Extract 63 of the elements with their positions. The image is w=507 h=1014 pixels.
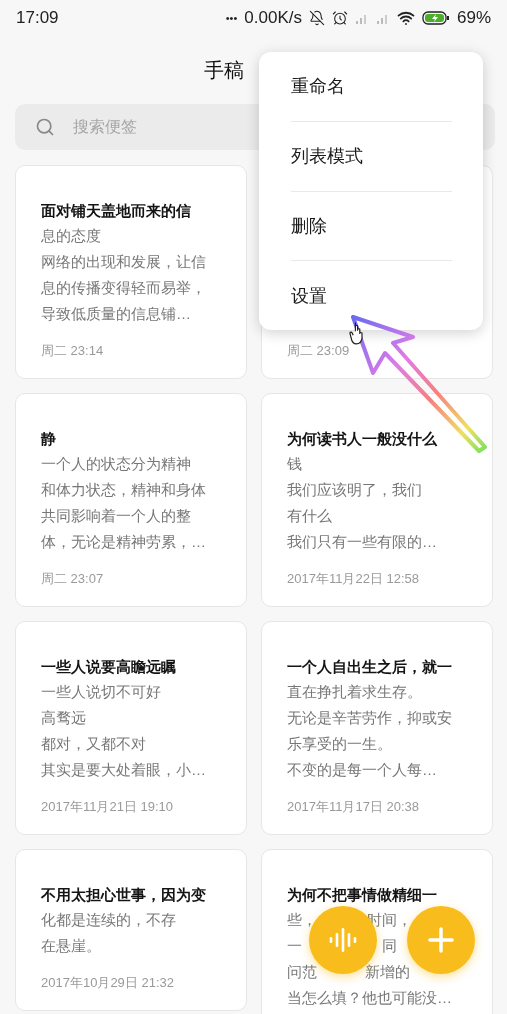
status-time: 17:09 (16, 8, 59, 28)
muted-bell-icon (308, 10, 325, 26)
alarm-icon (331, 10, 348, 26)
note-card[interactable]: 不用太担心世事，因为变 化都是连续的，不存 在悬崖。 2017年10月29日 21:32 (15, 849, 247, 1011)
note-text: 问范 (287, 962, 317, 982)
more-dots: ••• (225, 12, 238, 24)
note-text: 一些人说切不可好 (41, 682, 161, 702)
note-date: 2017年11月22日 12:58 (287, 570, 420, 587)
note-text: 乐享受的一生。 (287, 734, 392, 754)
note-date: 周二 23:09 (287, 342, 350, 359)
note-text: 直在挣扎着求生存。 (287, 682, 422, 702)
note-text: 不变的是每一个人每… (287, 760, 437, 780)
note-card[interactable]: 静 一个人的状态分为精神 和体力状态，精神和身体 共同影响着一个人的整 体，无论是精神劳累，… 周二 23:07 (15, 393, 247, 607)
note-card[interactable]: 一个人自出生之后，就一 直在挣扎着求生存。 无论是辛苦劳作，抑或安 乐享受的一生。 不变的是每一个人每… 2017年11月17日 20:38 (261, 621, 493, 835)
note-text: 同 (382, 936, 397, 956)
note-title: 为何读书人一般没什么 (287, 429, 437, 449)
note-text: 共同影响着一个人的整 (41, 506, 191, 526)
note-date: 周二 23:07 (41, 570, 104, 587)
note-text: 当怎么填？他也可能没… (287, 988, 452, 1008)
note-card[interactable]: 为何读书人一般没什么 钱 我们应该明了，我们 有什么 我们只有一些有限的… 2017年11月22日 12:58 (261, 393, 493, 607)
wifi-icon (396, 9, 415, 27)
note-text: 在悬崖。 (41, 936, 101, 956)
battery-level: 69% (456, 8, 491, 28)
note-text: 我们应该明了，我们 (287, 480, 422, 500)
net-speed: 0.00K/s (244, 8, 302, 28)
page-title: 手稿 (203, 57, 244, 83)
note-text: 无论是辛苦劳作，抑或安 (287, 708, 452, 728)
note-text: 网络的出现和发展，让信 (41, 252, 206, 272)
note-text: 都对，又都不对 (41, 734, 146, 754)
note-card[interactable]: 一些人说要高瞻远瞩 一些人说切不可好 高骛远 都对，又都不对 其实是要大处着眼，小… 2017年11月21日 19:10 (15, 621, 247, 835)
note-title: 一些人说要高瞻远瞩 (41, 657, 176, 677)
note-text: 高骛远 (41, 708, 86, 728)
menu-item[interactable]: 设置 (291, 261, 452, 330)
note-text: 钱 (287, 454, 302, 474)
note-title: 面对铺天盖地而来的信 (41, 201, 191, 221)
note-date: 2017年11月17日 20:38 (287, 798, 420, 815)
note-title: 不用太担心世事，因为变 (41, 885, 206, 905)
note-title: 一个人自出生之后，就一 (287, 657, 452, 677)
note-text: 其实是要大处着眼，小… (41, 760, 206, 780)
note-text: 体，无论是精神劳累，… (41, 532, 206, 552)
note-text: 有什么 (287, 506, 332, 526)
battery-icon (421, 11, 450, 25)
note-title: 静 (41, 429, 56, 449)
note-card[interactable]: 面对铺天盖地而来的信 息的态度 网络的出现和发展，让信 息的传播变得轻而易举， 导致低质量的信息铺… 周二 23:14 (15, 165, 247, 379)
note-text: 和体力状态，精神和身体 (41, 480, 206, 500)
note-text: 我们只有一些有限的… (287, 532, 437, 552)
note-text: 导致低质量的信息铺… (41, 304, 191, 324)
search-icon (35, 117, 55, 137)
note-title: 为何不把事情做精细一 (287, 885, 437, 905)
note-text: 一个人的状态分为精神 (41, 454, 191, 474)
menu-item[interactable]: 重命名 (291, 52, 452, 122)
note-text: 一 (287, 936, 302, 956)
menu-item[interactable]: 删除 (291, 191, 452, 262)
menu-item[interactable]: 列表模式 (291, 121, 452, 192)
note-text: 新增的 (365, 962, 410, 982)
note-text: 息的态度 (41, 226, 101, 246)
note-text: 息的传播变得轻而易举， (41, 278, 206, 298)
note-date: 2017年10月29日 21:32 (41, 974, 174, 991)
note-text: 些， (287, 910, 317, 930)
note-date: 周二 23:14 (41, 342, 104, 359)
note-date: 2017年11月21日 19:10 (41, 798, 174, 815)
note-text: 化都是连续的，不存 (41, 910, 176, 930)
sound-wave-icon (328, 925, 358, 955)
